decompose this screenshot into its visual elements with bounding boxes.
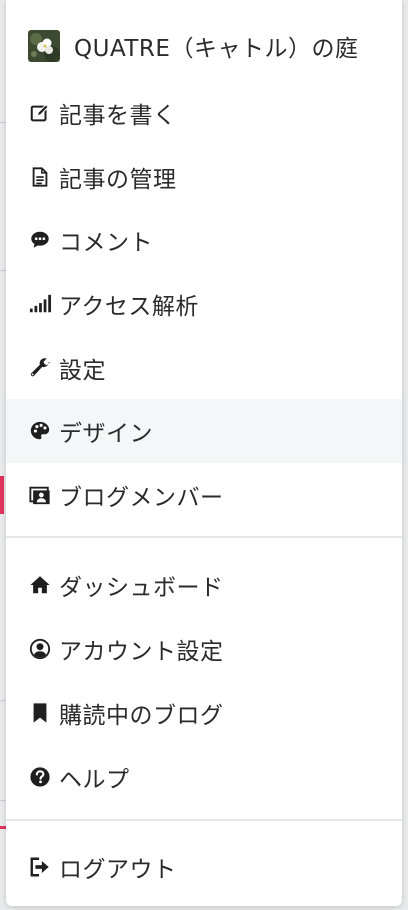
menu-item-label: ダッシュボード	[59, 575, 224, 601]
menu-item-account-settings[interactable]: アカウント設定	[6, 617, 402, 681]
menu-item-manage-posts[interactable]: 記事の管理	[6, 145, 402, 209]
menu-item-label: 設定	[59, 358, 106, 384]
menu-item-label: コメント	[59, 230, 153, 256]
home-icon	[28, 573, 52, 597]
menu-item-label: 記事の管理	[59, 167, 177, 193]
user-circle-icon	[28, 637, 52, 661]
menu-item-label: デザイン	[59, 421, 153, 447]
document-icon	[28, 165, 52, 189]
comment-bubble-icon	[28, 228, 52, 252]
menu-item-analytics[interactable]: アクセス解析	[6, 272, 402, 336]
background-accent-bar	[0, 476, 4, 514]
menu-item-comments[interactable]: コメント	[6, 208, 402, 272]
menu-item-settings[interactable]: 設定	[6, 336, 402, 400]
menu-item-label: ヘルプ	[59, 767, 130, 793]
wrench-icon	[28, 356, 52, 380]
menu-item-label: ログアウト	[59, 857, 177, 883]
menu-item-logout[interactable]: ログアウト	[6, 835, 402, 899]
menu-item-write-post[interactable]: 記事を書く	[6, 81, 402, 145]
blog-thumbnail	[28, 30, 60, 62]
menu-item-label: 記事を書く	[59, 103, 177, 129]
menu-item-label: ブログメンバー	[59, 485, 224, 511]
menu-item-help[interactable]: ヘルプ	[6, 745, 402, 809]
sign-out-icon	[28, 855, 52, 879]
members-icon	[28, 483, 52, 507]
menu-item-label: 購読中のブログ	[59, 703, 224, 729]
menu-item-blog-members[interactable]: ブログメンバー	[6, 463, 402, 527]
menu-divider	[6, 536, 402, 538]
bookmark-icon	[28, 701, 52, 725]
menu-item-subscribed-blogs[interactable]: 購読中のブログ	[6, 681, 402, 745]
pencil-square-icon	[28, 101, 52, 125]
palette-icon	[28, 419, 52, 443]
menu-item-blog-home[interactable]: QUATRE（キャトル）の庭	[6, 14, 402, 78]
menu-item-label: アクセス解析	[59, 294, 199, 320]
menu-item-dashboard[interactable]: ダッシュボード	[6, 553, 402, 617]
menu-item-design[interactable]: デザイン	[6, 399, 402, 463]
menu-divider	[6, 819, 402, 821]
blog-title: QUATRE（キャトル）の庭	[74, 36, 359, 62]
user-dropdown-menu: QUATRE（キャトル）の庭 記事を書く 記事の管理 コメント アクセス解析 設…	[6, 0, 402, 906]
question-circle-icon	[28, 765, 52, 789]
signal-bars-icon	[28, 292, 52, 316]
menu-item-label: アカウント設定	[59, 639, 224, 665]
